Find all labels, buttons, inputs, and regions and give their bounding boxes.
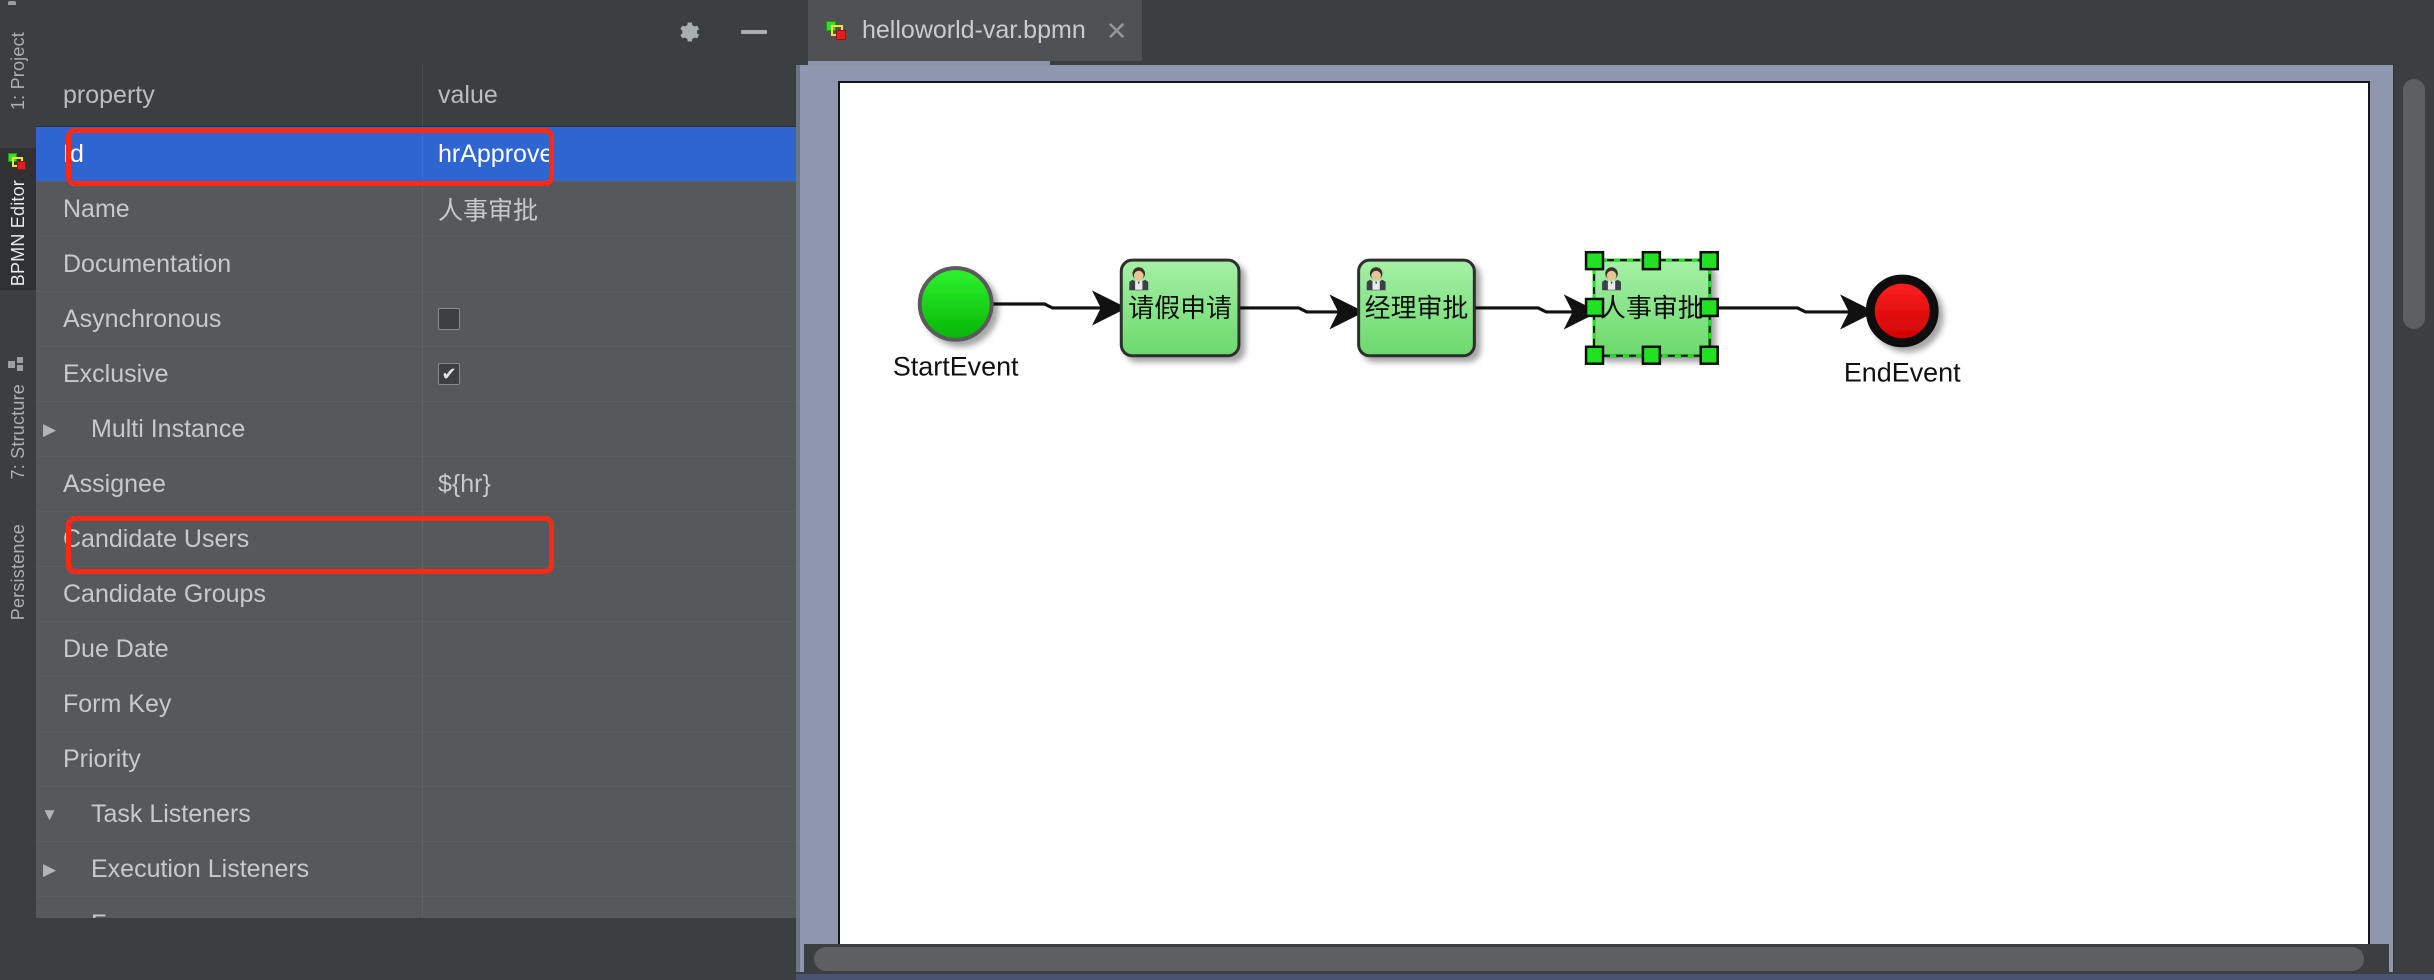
- node-user-task-1[interactable]: 请假申请: [1119, 258, 1241, 358]
- property-name-cell: Assignee: [36, 457, 423, 511]
- property-row[interactable]: Candidate Groups: [36, 567, 796, 622]
- property-table-header: property value: [36, 64, 796, 127]
- chevron-right-icon[interactable]: ▶: [36, 402, 63, 457]
- diagram-canvas-frame: StartEvent 请假申请 经理审批 人事审批 EndEvent: [796, 65, 2434, 980]
- node-start-event[interactable]: StartEvent: [893, 266, 1019, 382]
- vertical-scrollbar-thumb[interactable]: [2403, 79, 2425, 329]
- property-row[interactable]: ▼ Task Listeners: [36, 787, 796, 842]
- property-row[interactable]: Assignee ${hr}: [36, 457, 796, 512]
- property-row[interactable]: ▶ Multi Instance: [36, 402, 796, 457]
- property-panel-toolbar: [36, 0, 796, 65]
- property-name-cell: Name: [36, 182, 423, 236]
- property-name-cell: Priority: [36, 732, 423, 786]
- left-tool-strip: 1: Project BPMN Editor 7: Structure Pers…: [0, 0, 37, 980]
- bpmn-file-icon: [826, 20, 848, 41]
- chevron-right-icon[interactable]: ▶: [36, 842, 63, 897]
- editor-bottom-accent: [796, 974, 2434, 980]
- property-value-cell[interactable]: [423, 512, 796, 566]
- property-name-cell: Documentation: [36, 237, 423, 291]
- sidebar-item-persistence-label: Persistence: [8, 524, 28, 621]
- gear-icon: [680, 22, 700, 42]
- folder-icon: [8, 5, 28, 25]
- tab-label: helloworld-var.bpmn: [862, 16, 1086, 44]
- property-value-cell[interactable]: [423, 567, 796, 621]
- property-row[interactable]: Form Key: [36, 677, 796, 732]
- property-name-cell: Execution Listeners: [36, 842, 423, 896]
- property-name-cell: Id: [36, 127, 423, 181]
- editor-tab-bar: helloworld-var.bpmn ✕: [796, 0, 2434, 65]
- node-user-task-1-label: 请假申请: [1128, 294, 1232, 323]
- property-row[interactable]: ▶Form: [36, 897, 796, 918]
- property-value-cell[interactable]: [423, 842, 796, 896]
- property-name-cell: Candidate Groups: [36, 567, 423, 621]
- property-table: property value Id hrApprove Name 人事审批 Docume…: [36, 64, 796, 918]
- property-value-cell[interactable]: [423, 732, 796, 786]
- minimize-icon: [741, 30, 767, 34]
- property-value-cell[interactable]: [423, 237, 796, 291]
- sidebar-item-bpmn-editor[interactable]: BPMN Editor: [0, 148, 36, 291]
- bpmn-icon: [8, 153, 28, 173]
- property-value-cell[interactable]: [423, 677, 796, 731]
- property-value-cell[interactable]: [423, 292, 796, 346]
- property-value-cell[interactable]: [423, 787, 796, 841]
- structure-icon: [8, 357, 28, 377]
- chevron-down-icon[interactable]: ▼: [36, 787, 63, 842]
- property-name-cell: Task Listeners: [36, 787, 423, 841]
- node-end-event[interactable]: EndEvent: [1844, 274, 1961, 388]
- property-row[interactable]: Candidate Users: [36, 512, 796, 567]
- node-start-event-label: StartEvent: [893, 352, 1019, 382]
- checkbox-checked[interactable]: ✔: [438, 363, 460, 385]
- property-row[interactable]: Exclusive ✔: [36, 347, 796, 402]
- node-user-task-2-label: 经理审批: [1365, 294, 1469, 323]
- node-end-event-label: EndEvent: [1844, 358, 1961, 388]
- chevron-right-icon[interactable]: ▶: [36, 897, 63, 918]
- vertical-scrollbar[interactable]: [2393, 65, 2434, 980]
- horizontal-scrollbar[interactable]: [804, 944, 2389, 974]
- settings-button[interactable]: [670, 14, 706, 50]
- property-value-cell[interactable]: ✔: [423, 347, 796, 401]
- bpmn-diagram: StartEvent 请假申请 经理审批 人事审批 EndEvent: [893, 250, 1961, 388]
- bpmn-editor-area: helloworld-var.bpmn ✕ StartEvent 请假申请 经理…: [796, 0, 2434, 980]
- property-name-cell: Form Key: [36, 677, 423, 731]
- property-value-cell[interactable]: 人事审批: [423, 182, 796, 236]
- minimize-button[interactable]: [736, 14, 772, 50]
- sidebar-item-bpmn-editor-label: BPMN Editor: [8, 180, 28, 287]
- property-row[interactable]: ▶ Execution Listeners: [36, 842, 796, 897]
- property-name-cell: Candidate Users: [36, 512, 423, 566]
- property-row[interactable]: Documentation: [36, 237, 796, 292]
- column-header-value: value: [438, 80, 498, 109]
- property-value-cell[interactable]: [423, 897, 796, 918]
- close-icon[interactable]: ✕: [1106, 18, 1128, 44]
- property-panel: property value Id hrApprove Name 人事审批 Docume…: [36, 0, 796, 980]
- node-user-task-3-label: 人事审批: [1600, 294, 1704, 323]
- checkbox-unchecked[interactable]: [438, 308, 460, 330]
- property-row[interactable]: Asynchronous: [36, 292, 796, 347]
- node-user-task-2[interactable]: 经理审批: [1357, 258, 1476, 358]
- sidebar-item-persistence[interactable]: Persistence: [0, 520, 36, 624]
- sidebar-item-structure[interactable]: 7: Structure: [0, 352, 36, 483]
- property-row[interactable]: Priority: [36, 732, 796, 787]
- tab-helloworld-var-bpmn[interactable]: helloworld-var.bpmn ✕: [808, 0, 1142, 61]
- property-value-cell[interactable]: [423, 402, 796, 456]
- property-value-cell[interactable]: [423, 622, 796, 676]
- property-row[interactable]: Due Date: [36, 622, 796, 677]
- app-window: 1: Project BPMN Editor 7: Structure Pers…: [0, 0, 2434, 980]
- column-header-property: property: [36, 64, 423, 126]
- property-row[interactable]: Id hrApprove: [36, 127, 796, 182]
- property-name-cell: Form: [36, 897, 423, 918]
- sidebar-item-project-label: 1: Project: [8, 32, 28, 111]
- property-name-cell: Asynchronous: [36, 292, 423, 346]
- property-value-cell[interactable]: ${hr}: [423, 457, 796, 511]
- diagram-canvas[interactable]: StartEvent 请假申请 经理审批 人事审批 EndEvent: [838, 81, 2370, 946]
- property-name-cell: Multi Instance: [36, 402, 423, 456]
- sidebar-item-project[interactable]: 1: Project: [0, 0, 36, 114]
- node-user-task-3[interactable]: 人事审批: [1584, 250, 1719, 365]
- property-name-cell: Due Date: [36, 622, 423, 676]
- property-name-cell: Exclusive: [36, 347, 423, 401]
- property-row[interactable]: Name 人事审批: [36, 182, 796, 237]
- property-value-cell[interactable]: hrApprove: [423, 127, 796, 181]
- sidebar-item-structure-label: 7: Structure: [8, 384, 28, 480]
- horizontal-scrollbar-thumb[interactable]: [814, 947, 2364, 971]
